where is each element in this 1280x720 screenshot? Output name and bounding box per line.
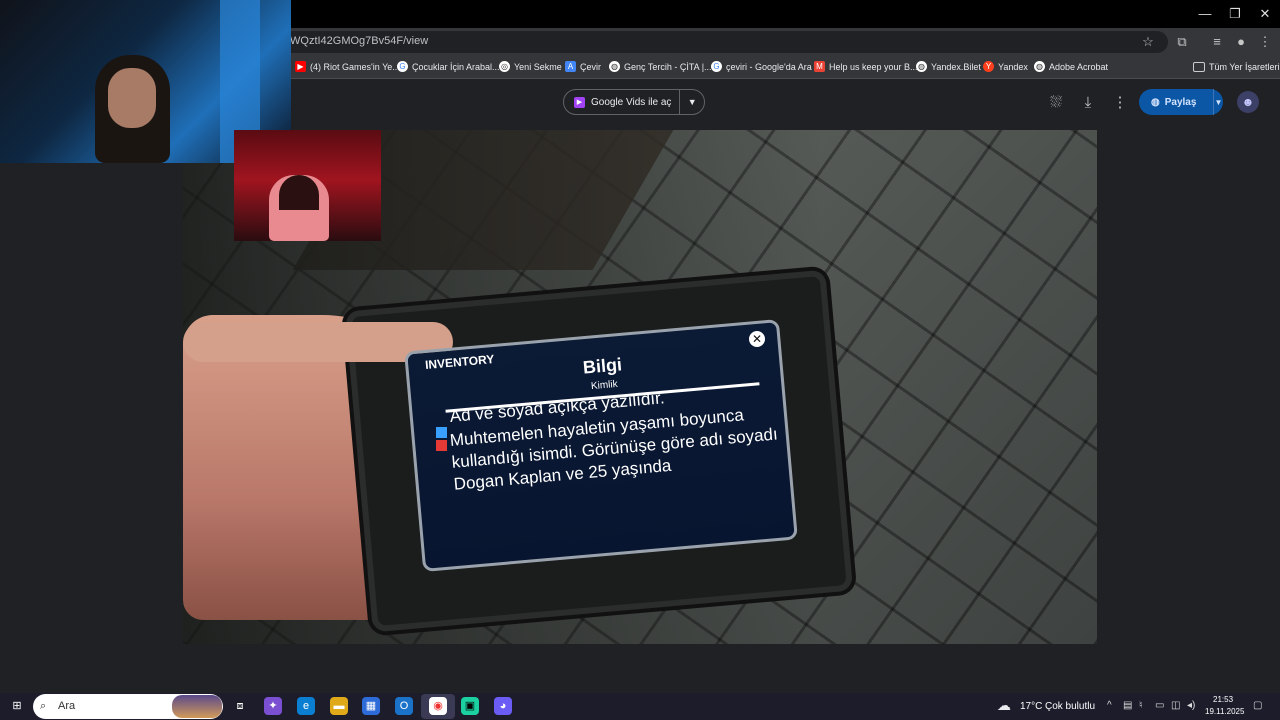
chrome-icon: ◎ [499, 61, 510, 72]
bookmark-item[interactable]: G Çocuklar İçin Arabal... [397, 58, 500, 75]
weather-condition[interactable]: Çok bulutlu [1045, 701, 1095, 712]
bookmark-item[interactable]: Gçeviri - Google'da Ara [711, 58, 812, 75]
network-icon[interactable]: ◫ [1171, 700, 1180, 711]
bookmark-item[interactable]: ▶ (4) Riot Games'in Ye... [295, 58, 400, 75]
notifications-icon[interactable]: ▢ [1253, 700, 1262, 711]
info-subtitle: Kimlik [590, 378, 619, 393]
bookmark-item[interactable]: M Help us keep your B... [814, 58, 918, 75]
more-options-icon[interactable]: ⋮ [1110, 93, 1130, 113]
globe-icon: ◍ [916, 61, 927, 72]
add-to-drive-icon[interactable]: ⛆ [1046, 93, 1066, 113]
restore-button[interactable]: ❐ [1220, 4, 1250, 24]
yandex-icon: Y [983, 61, 994, 72]
account-avatar[interactable]: ☻ [1237, 91, 1259, 113]
clock-date[interactable]: 19.11.2025 [1205, 707, 1244, 716]
star-icon[interactable]: ☆ [1139, 33, 1157, 51]
profile-icon[interactable]: ● [1232, 33, 1250, 51]
app-icon[interactable]: ▣ [461, 697, 479, 715]
copilot-icon[interactable]: ✦ [264, 697, 282, 715]
bookmark-item[interactable]: ◍ Yandex.Bilet [916, 58, 981, 75]
task-view-icon[interactable]: ⧈ [231, 697, 249, 715]
bookmark-item[interactable]: A Çevir [565, 58, 601, 75]
weather-icon[interactable]: ☁ [997, 697, 1011, 714]
windows-start-icon[interactable]: ⊞ [8, 697, 26, 715]
minimize-button[interactable]: — [1190, 4, 1220, 24]
blue-marker [436, 427, 447, 438]
youtube-icon: ▶ [295, 61, 306, 72]
search-placeholder[interactable]: Ara [58, 700, 75, 712]
gmail-icon: M [814, 61, 825, 72]
chevron-down-icon[interactable]: ▼ [1214, 98, 1223, 107]
volume-icon[interactable]: ◂) [1187, 700, 1195, 711]
store-icon[interactable]: ▦ [362, 697, 380, 715]
chevron-down-icon[interactable]: ▼ [680, 97, 704, 107]
close-icon[interactable]: ✕ [749, 331, 765, 347]
bookmark-item[interactable]: Y Yandex [983, 58, 1028, 75]
display-icon[interactable]: ▭ [1155, 700, 1164, 711]
extensions-icon[interactable]: ⧉ [1173, 33, 1191, 51]
google-icon: G [711, 61, 722, 72]
media-icon[interactable]: ≡ [1208, 33, 1226, 51]
globe-icon: ◍ [1034, 61, 1045, 72]
weather-temperature[interactable]: 17°C [1020, 701, 1042, 712]
google-icon: G [397, 61, 408, 72]
microphone-icon[interactable]: ♮ [1139, 700, 1143, 711]
bookmark-item[interactable]: ◍ Adobe Acrobat [1034, 58, 1108, 75]
info-title: Bilgi [582, 354, 623, 378]
webcam-overlay-secondary [234, 130, 381, 241]
edge-icon[interactable]: e [297, 697, 315, 715]
tray-app-icon[interactable]: ▤ [1123, 700, 1132, 711]
chevron-up-icon[interactable]: ^ [1107, 700, 1112, 711]
clock-time[interactable]: 21:53 [1213, 695, 1233, 704]
menu-icon[interactable]: ⋮ [1256, 33, 1274, 51]
red-marker [436, 440, 447, 451]
share-button[interactable]: ◍ Paylaş ▼ [1139, 89, 1223, 115]
streamer-face [108, 68, 156, 128]
bookmark-item[interactable]: ◎ Yeni Sekme [499, 58, 562, 75]
file-explorer-icon[interactable]: ▬ [330, 697, 348, 715]
search-icon: ⌕ [40, 700, 47, 712]
translate-icon: A [565, 61, 576, 72]
open-with-button[interactable]: ▶ Google Vids ile aç ▼ [563, 89, 705, 115]
folder-icon [1193, 61, 1205, 72]
second-person-hair [279, 175, 319, 210]
globe-icon: ◍ [1151, 96, 1160, 108]
discord-icon[interactable]: ◕ [494, 697, 512, 715]
vids-icon: ▶ [574, 96, 585, 108]
bookmark-item[interactable]: ◍ Genç Tercih - ÇİTA |... [609, 58, 712, 75]
url-text[interactable]: WQztI42GMOg7Bv54F/view [290, 35, 428, 47]
all-bookmarks[interactable]: Tüm Yer İşaretleri [1193, 58, 1280, 75]
chrome-taskbar-icon[interactable]: ◉ [429, 697, 447, 715]
close-window-button[interactable]: ✕ [1250, 4, 1280, 24]
globe-icon: ◍ [609, 61, 620, 72]
download-icon[interactable]: ⤓ [1078, 93, 1098, 113]
search-highlight-image [172, 695, 222, 718]
open-with-vids[interactable]: ▶ Google Vids ile aç [564, 90, 681, 114]
outlook-icon[interactable]: O [395, 697, 413, 715]
